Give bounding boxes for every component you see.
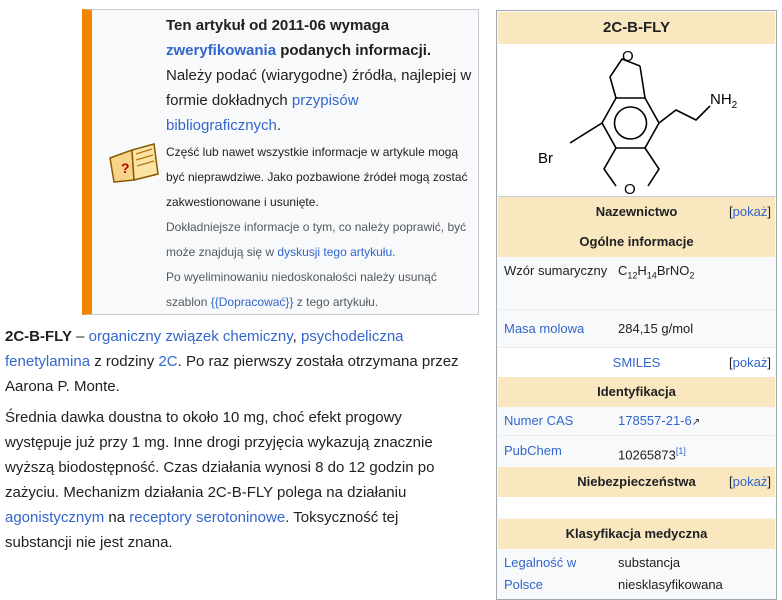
row-cas: Numer CAS 178557-21-6↗ <box>498 407 775 435</box>
smiles-link[interactable]: SMILES <box>613 355 661 370</box>
toggle-smiles[interactable]: [pokaż] <box>729 348 771 378</box>
link-serotonin-receptors[interactable]: receptory serotoninowe <box>129 509 285 526</box>
legal-status-value: substancja niesklasyfikowana <box>618 555 723 592</box>
pubchem-value-cell: 10265873[1] <box>618 440 686 466</box>
row-masa: Masa molowa 284,15 g/mol <box>498 309 775 347</box>
notice-sub-2-end: . <box>392 245 396 259</box>
notice-sub-3: Po wyeliminowaniu niedoskonałości należy… <box>166 265 472 315</box>
notice-sub-3-end: z tego artykułu. <box>296 295 379 309</box>
link-2c[interactable]: 2C <box>158 353 177 370</box>
section-ogolne: Ogólne informacje <box>498 227 775 257</box>
text: , <box>292 328 301 345</box>
empty-row <box>498 497 775 517</box>
pubchem-label-link[interactable]: PubChem <box>504 440 610 462</box>
oxygen-top-label: O <box>622 48 634 65</box>
notice-sub-2: Dokładniejsze informacje o tym, co należ… <box>166 215 472 265</box>
section-identyfikacja: Identyfikacja <box>498 377 775 407</box>
toggle-link[interactable]: pokaż <box>733 355 768 370</box>
row-pubchem: PubChem 10265873[1] <box>498 435 775 465</box>
legal-status-link[interactable]: Legalność w Polsce <box>504 552 610 596</box>
row-smiles[interactable]: SMILES [pokaż] <box>498 347 775 377</box>
structure-diagram: O O NH2 Br <box>538 48 738 198</box>
bromine-label: Br <box>538 150 553 167</box>
pubchem-ref-link[interactable]: [1] <box>676 446 686 456</box>
formula-o-count: 2 <box>689 270 695 281</box>
text: Średnia dawka doustna to około 10 mg, ch… <box>5 409 435 501</box>
amine-label-sub: 2 <box>732 100 738 111</box>
molar-mass-value: 284,15 g/mol <box>618 321 694 336</box>
article-body: 2C-B-FLY – organiczny związek chemiczny,… <box>5 324 460 561</box>
formula-h: H <box>637 263 647 278</box>
verify-link[interactable]: zweryfikowania <box>166 42 276 59</box>
amine-label: NH2 <box>710 91 738 111</box>
book-icon: ? <box>106 138 162 186</box>
text: z rodziny <box>90 353 159 370</box>
link-agonist[interactable]: agonistycznym <box>5 509 104 526</box>
external-link-icon: ↗ <box>691 417 701 428</box>
notice-bold-1: Ten artykuł od 2011-06 wymaga <box>166 17 390 34</box>
formula-rest: BrNO <box>656 263 690 278</box>
section-nazewnictwo[interactable]: Nazewnictwo [pokaż] <box>498 197 775 227</box>
section-niebezpieczenstwa-label: Niebezpieczeństwa <box>577 474 696 489</box>
toggle-link[interactable]: pokaż <box>733 204 768 219</box>
section-nazewnictwo-label: Nazewnictwo <box>595 204 678 219</box>
link-organic-compound[interactable]: organiczny związek chemiczny <box>89 328 293 345</box>
article-paragraph-2: Średnia dawka doustna to około 10 mg, ch… <box>5 405 460 555</box>
cas-value-link[interactable]: 178557-21-6 <box>618 413 692 428</box>
pubchem-value: 10265873 <box>618 447 676 463</box>
infobox: 2C-B-FLY O O NH2 Br Nazewnictwo [pokaż] … <box>496 10 777 600</box>
formula-c: C <box>618 263 628 278</box>
amine-label-nh: NH <box>710 91 732 108</box>
toggle-nazewnictwo[interactable]: [pokaż] <box>729 197 771 227</box>
notice-period: . <box>276 117 282 134</box>
bracket: ] <box>767 204 771 219</box>
text: na <box>104 509 130 526</box>
bracket: ] <box>767 355 771 370</box>
text: – <box>71 328 89 345</box>
structure-image: O O NH2 Br <box>498 44 775 198</box>
notice-bold-2: podanych informacji. <box>280 42 432 59</box>
notice-details: Część lub nawet wszystkie informacje w a… <box>166 140 472 315</box>
formula-c-count: 12 <box>627 270 638 281</box>
row-legalnosc: Legalność w Polsce substancja niesklasyf… <box>498 549 775 599</box>
svg-text:?: ? <box>121 160 130 176</box>
row-wzor: Wzór sumaryczny C12H14BrNO2 <box>498 257 775 307</box>
verification-notice: ? Ten artykuł od 2011-06 wymaga zweryfik… <box>82 9 479 315</box>
toggle-link[interactable]: pokaż <box>733 474 768 489</box>
article-subject: 2C-B-FLY <box>5 328 72 345</box>
formula-value: C12H14BrNO2 <box>618 260 694 287</box>
infobox-title: 2C-B-FLY <box>498 12 775 44</box>
section-klasyfikacja: Klasyfikacja medyczna <box>498 519 775 549</box>
section-niebezpieczenstwa[interactable]: Niebezpieczeństwa [pokaż] <box>498 467 775 497</box>
notice-main: Ten artykuł od 2011-06 wymaga zweryfikow… <box>166 13 472 138</box>
article-paragraph-1: 2C-B-FLY – organiczny związek chemiczny,… <box>5 324 460 399</box>
oxygen-bottom-label: O <box>624 181 636 197</box>
wzor-label: Wzór sumaryczny <box>504 263 608 278</box>
cas-value-cell: 178557-21-6↗ <box>618 410 700 434</box>
toggle-niebezpieczenstwa[interactable]: [pokaż] <box>729 467 771 497</box>
talk-page-link[interactable]: dyskusji tego artykułu <box>277 245 392 259</box>
bracket: ] <box>767 474 771 489</box>
notice-sub-1: Część lub nawet wszystkie informacje w a… <box>166 145 468 209</box>
molar-mass-link[interactable]: Masa molowa <box>504 318 610 340</box>
cas-label-link[interactable]: Numer CAS <box>504 410 610 432</box>
template-link[interactable]: {{Dopracować}} <box>211 295 294 309</box>
formula-h-count: 14 <box>646 270 657 281</box>
